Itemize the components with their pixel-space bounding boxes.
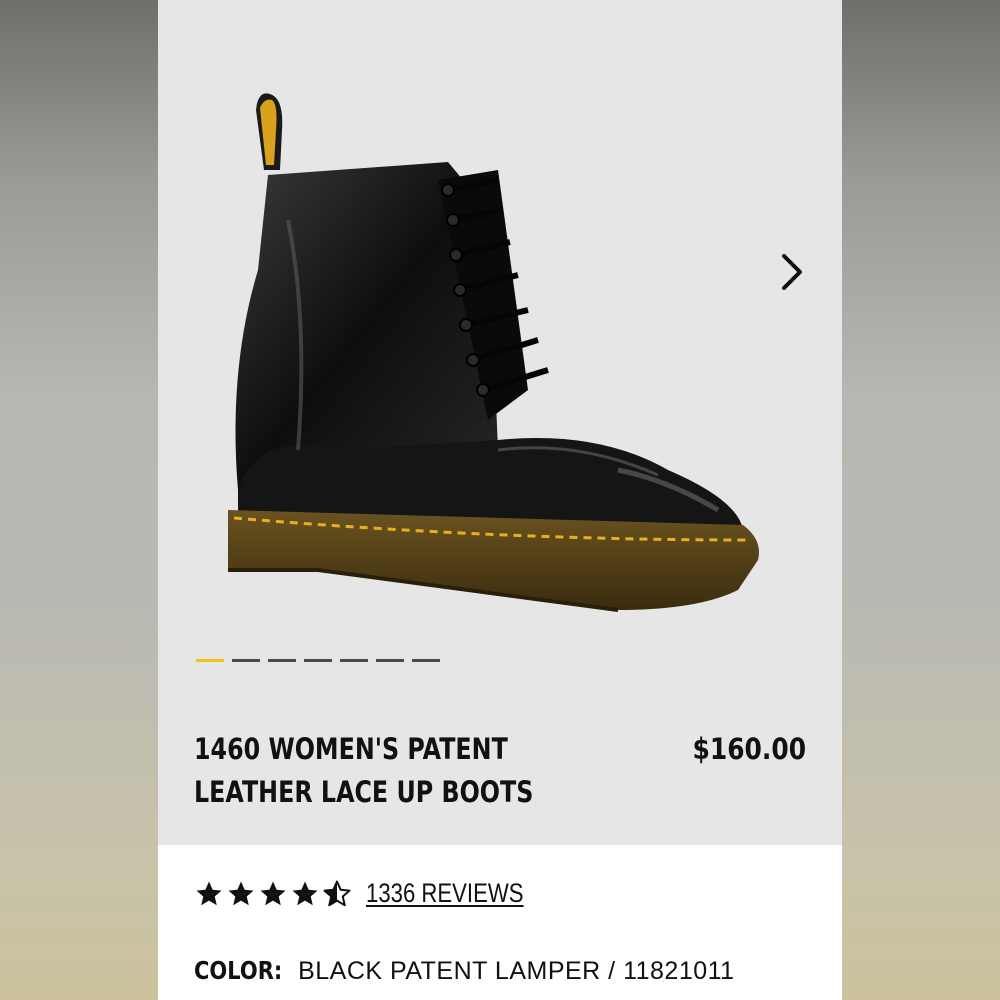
star-half-icon	[323, 880, 351, 906]
product-page: 1460 WOMEN'S PATENT LEATHER LACE UP BOOT…	[158, 0, 842, 1000]
pagination-dot[interactable]	[412, 659, 440, 662]
product-gallery[interactable]: 1460 WOMEN'S PATENT LEATHER LACE UP BOOT…	[158, 0, 842, 845]
star-filled-icon	[292, 881, 318, 905]
product-image	[228, 93, 759, 612]
color-label: COLOR:	[194, 956, 283, 985]
pagination-dot[interactable]	[232, 659, 260, 662]
color-info: COLOR: BLACK PATENT LAMPER / 11821011	[194, 956, 735, 986]
background-right	[842, 0, 1000, 1000]
next-image-button[interactable]	[770, 248, 814, 296]
product-price: $160.00	[692, 732, 806, 766]
chevron-right-icon	[782, 254, 802, 290]
star-rating	[194, 879, 352, 909]
pagination-dot[interactable]	[196, 659, 224, 662]
star-filled-icon	[196, 881, 222, 905]
star-filled-icon	[260, 881, 286, 905]
pagination-dot[interactable]	[340, 659, 368, 662]
background-left	[0, 0, 158, 1000]
reviews-link[interactable]: 1336 REVIEWS	[366, 878, 524, 909]
color-value: BLACK PATENT LAMPER / 11821011	[298, 957, 735, 985]
product-title-line: 1460 WOMEN'S PATENT	[194, 732, 508, 766]
pagination-dot[interactable]	[304, 659, 332, 662]
rating-row: 1336 REVIEWS	[194, 878, 558, 909]
product-title: 1460 WOMEN'S PATENT LEATHER LACE UP BOOT…	[194, 728, 538, 814]
pagination-dot[interactable]	[376, 659, 404, 662]
star-filled-icon	[228, 881, 254, 905]
product-title-line: LEATHER LACE UP BOOTS	[194, 775, 534, 809]
pagination-dot[interactable]	[268, 659, 296, 662]
gallery-pagination	[196, 659, 440, 662]
